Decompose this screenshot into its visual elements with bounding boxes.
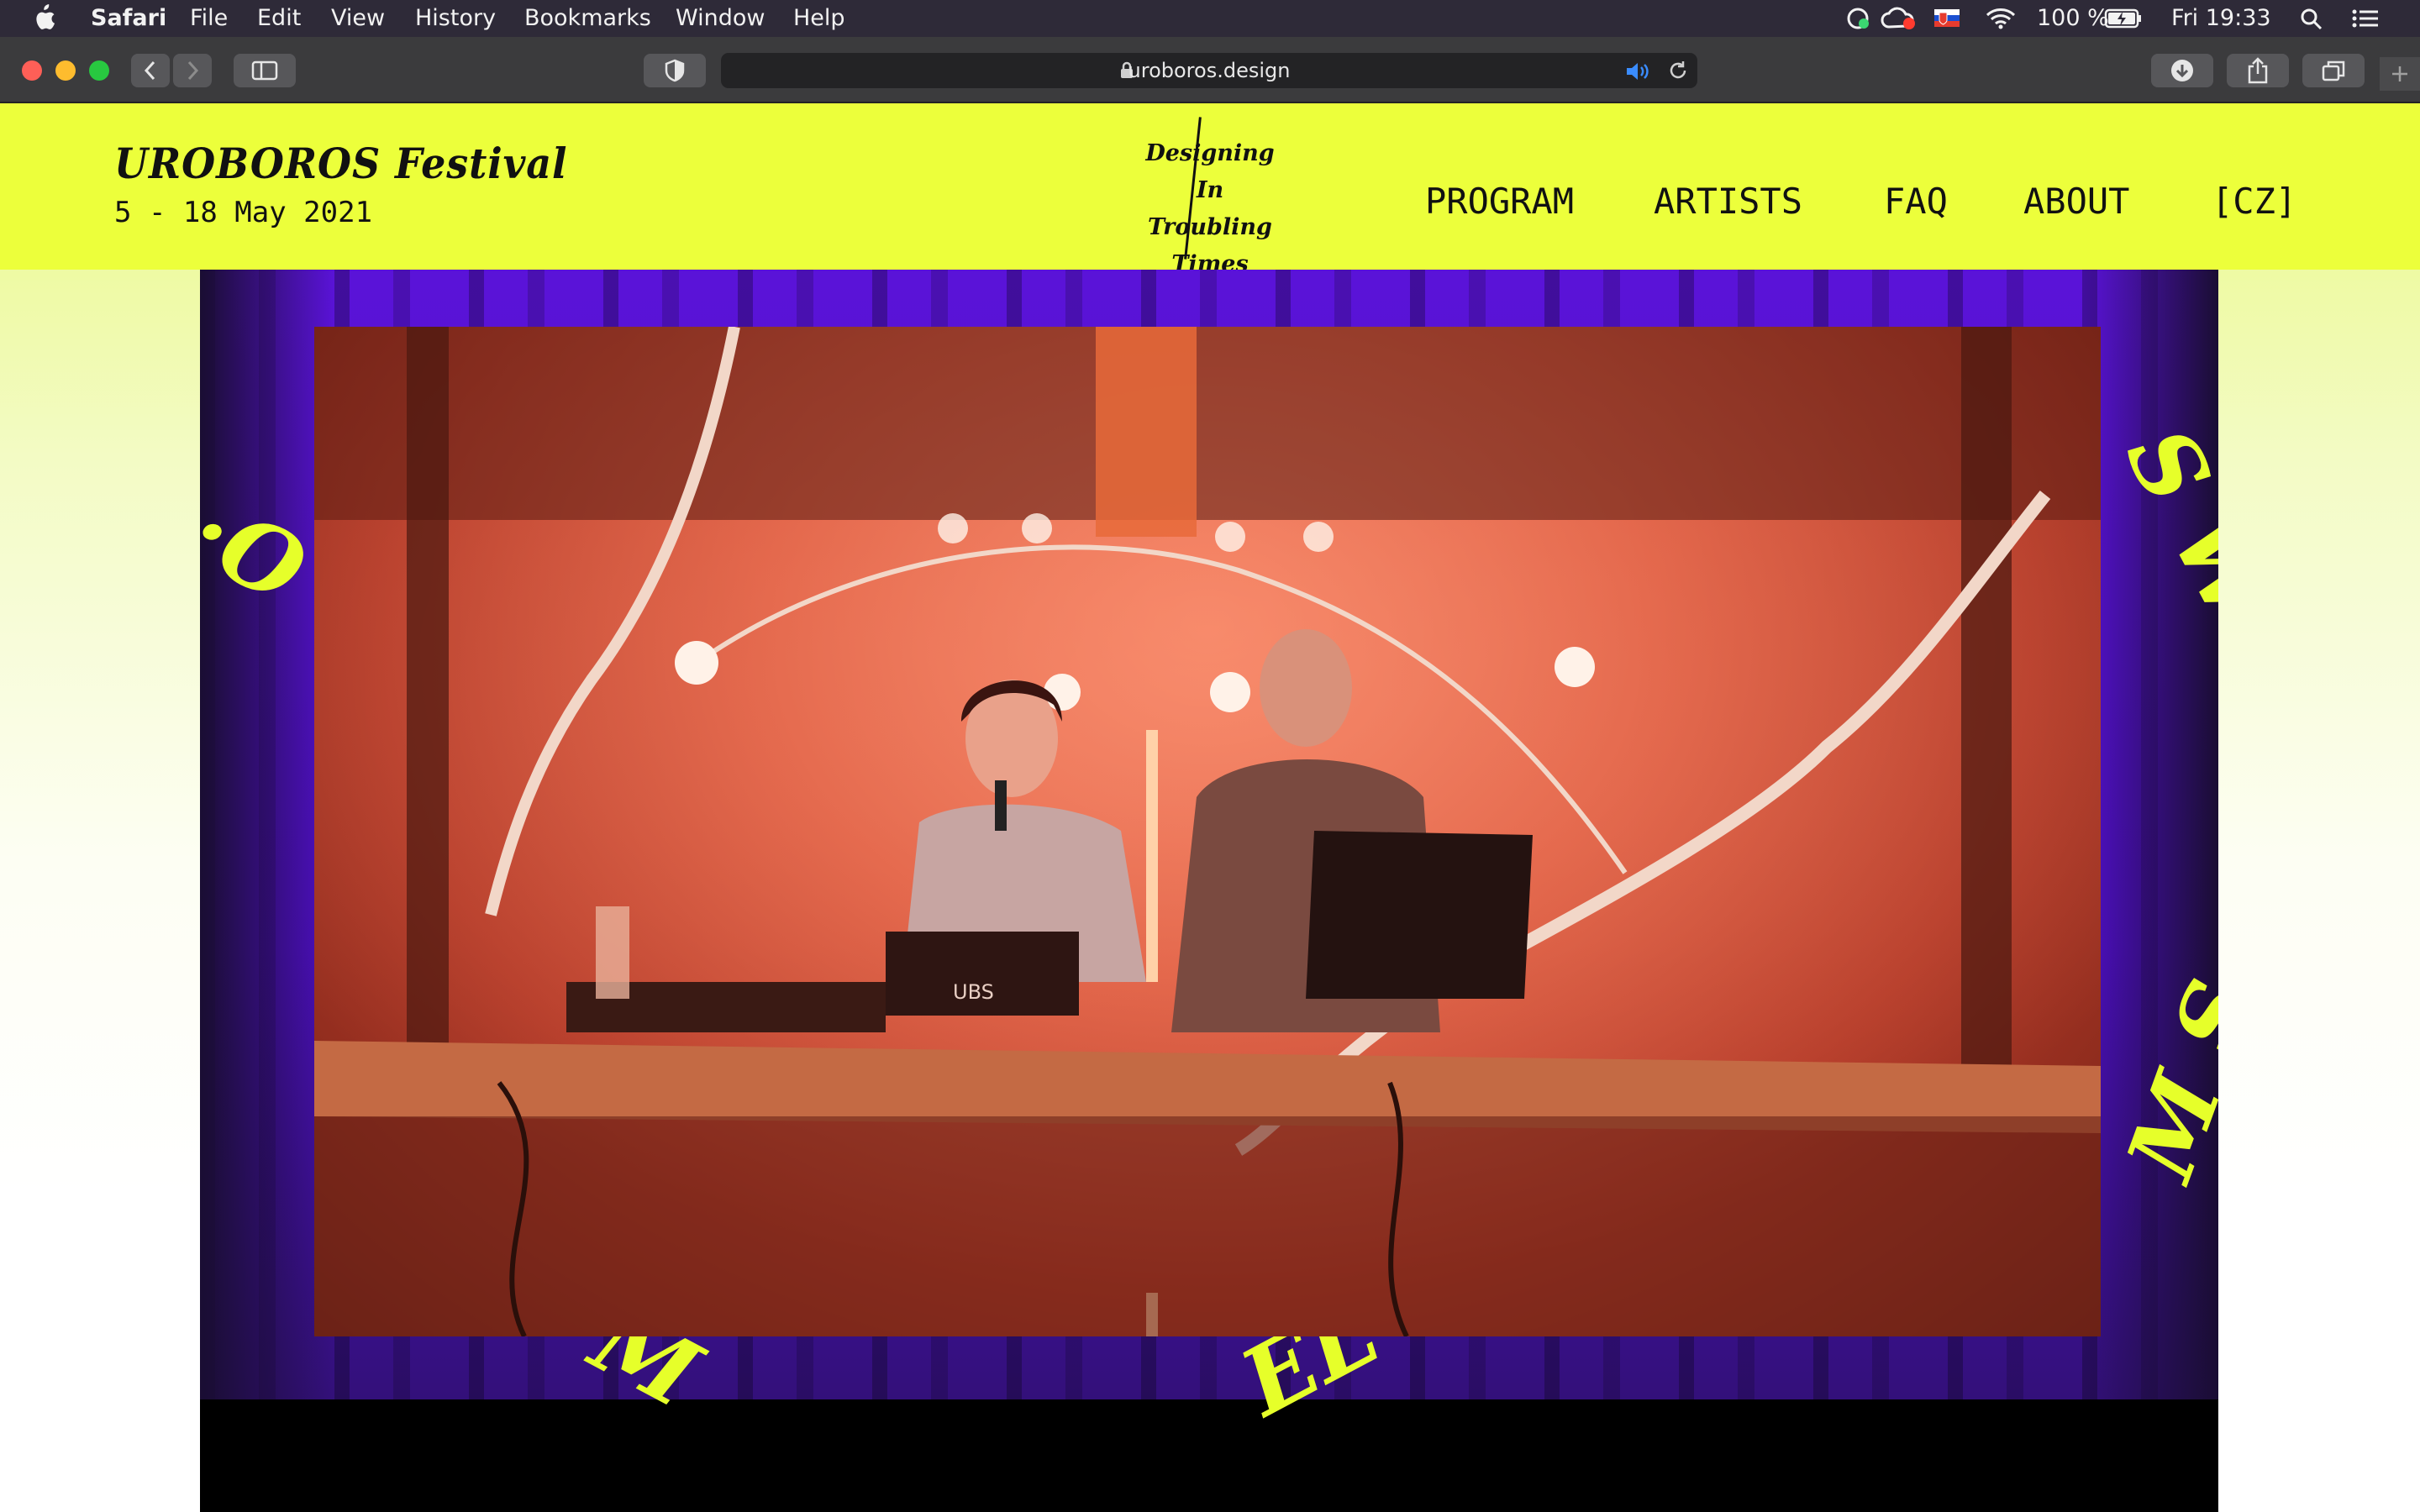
stage-video-frame: UBS bbox=[314, 327, 2101, 1336]
back-button[interactable] bbox=[131, 54, 170, 87]
address-bar[interactable]: uroboros.design bbox=[721, 53, 1697, 88]
share-button[interactable] bbox=[2227, 54, 2289, 87]
device-label: UBS bbox=[953, 980, 994, 1004]
creative-cloud-icon[interactable] bbox=[1881, 7, 1918, 30]
battery-charging-icon[interactable] bbox=[2104, 7, 2143, 30]
festival-dates: 5 - 18 May 2021 bbox=[114, 196, 373, 229]
minimize-window-button[interactable] bbox=[55, 60, 76, 81]
plus-icon bbox=[2392, 66, 2407, 81]
menu-view[interactable]: View bbox=[331, 5, 385, 31]
tagline-line-1: Designing bbox=[1145, 140, 1275, 166]
nav-faq[interactable]: FAQ bbox=[1884, 181, 1948, 222]
nav-artists[interactable]: ARTISTS bbox=[1654, 181, 1802, 222]
speaker-playing-icon[interactable] bbox=[1625, 61, 1654, 81]
safari-toolbar: uroboros.design bbox=[0, 37, 2420, 103]
spotlight-search-icon[interactable] bbox=[2299, 7, 2324, 30]
wifi-icon[interactable] bbox=[1985, 7, 2017, 30]
web-page: UROBOROS Festival 5 - 18 May 2021 Design… bbox=[0, 103, 2420, 1512]
menu-window[interactable]: Window bbox=[676, 5, 765, 31]
battery-percentage: 100 % bbox=[2037, 5, 2109, 31]
stage-scene: UBS bbox=[314, 327, 2101, 1336]
tabs-icon bbox=[2322, 60, 2345, 81]
menu-file[interactable]: File bbox=[190, 5, 228, 31]
url-text: uroboros.design bbox=[1128, 59, 1291, 82]
festival-title[interactable]: UROBOROS Festival bbox=[114, 139, 567, 188]
chevron-left-icon bbox=[144, 60, 155, 81]
close-window-button[interactable] bbox=[22, 60, 42, 81]
slovak-flag-icon[interactable] bbox=[1934, 7, 1960, 30]
privacy-report-button[interactable] bbox=[644, 54, 706, 87]
new-tab-button[interactable] bbox=[2380, 57, 2420, 91]
sidebar-icon bbox=[251, 60, 278, 81]
site-header: UROBOROS Festival 5 - 18 May 2021 Design… bbox=[0, 103, 2420, 277]
tagline-line-2: In Troubling bbox=[1148, 177, 1272, 240]
menu-app-safari[interactable]: Safari bbox=[91, 5, 166, 31]
sidebar-toggle-button[interactable] bbox=[234, 54, 296, 87]
menu-history[interactable]: History bbox=[415, 5, 496, 31]
tab-overview-button[interactable] bbox=[2302, 54, 2365, 87]
notification-center-icon[interactable] bbox=[2351, 7, 2380, 30]
grammarly-icon[interactable] bbox=[1845, 7, 1870, 30]
downloads-button[interactable] bbox=[2151, 54, 2213, 87]
menu-edit[interactable]: Edit bbox=[257, 5, 301, 31]
nav-program[interactable]: PROGRAM bbox=[1425, 181, 1574, 222]
nav-language-cz[interactable]: [CZ] bbox=[2212, 181, 2296, 222]
shield-icon bbox=[665, 59, 685, 82]
apple-icon[interactable] bbox=[32, 3, 55, 32]
download-icon bbox=[2171, 60, 2193, 81]
chevron-right-icon bbox=[187, 60, 199, 81]
reload-icon[interactable] bbox=[1667, 60, 1689, 81]
zoom-window-button[interactable] bbox=[89, 60, 109, 81]
share-icon bbox=[2248, 57, 2268, 84]
menu-help[interactable]: Help bbox=[793, 5, 845, 31]
nav-about[interactable]: ABOUT bbox=[2023, 181, 2129, 222]
tagline-logo[interactable]: Designing In Troubling Times bbox=[1143, 135, 1277, 283]
video-player[interactable]: ·O S W M S M EL UBS bbox=[200, 270, 2218, 1512]
clock[interactable]: Fri 19:33 bbox=[2171, 5, 2271, 31]
macos-menu-bar: Safari File Edit View History Bookmarks … bbox=[0, 0, 2420, 37]
menu-bookmarks[interactable]: Bookmarks bbox=[524, 5, 651, 31]
forward-button[interactable] bbox=[173, 54, 212, 87]
